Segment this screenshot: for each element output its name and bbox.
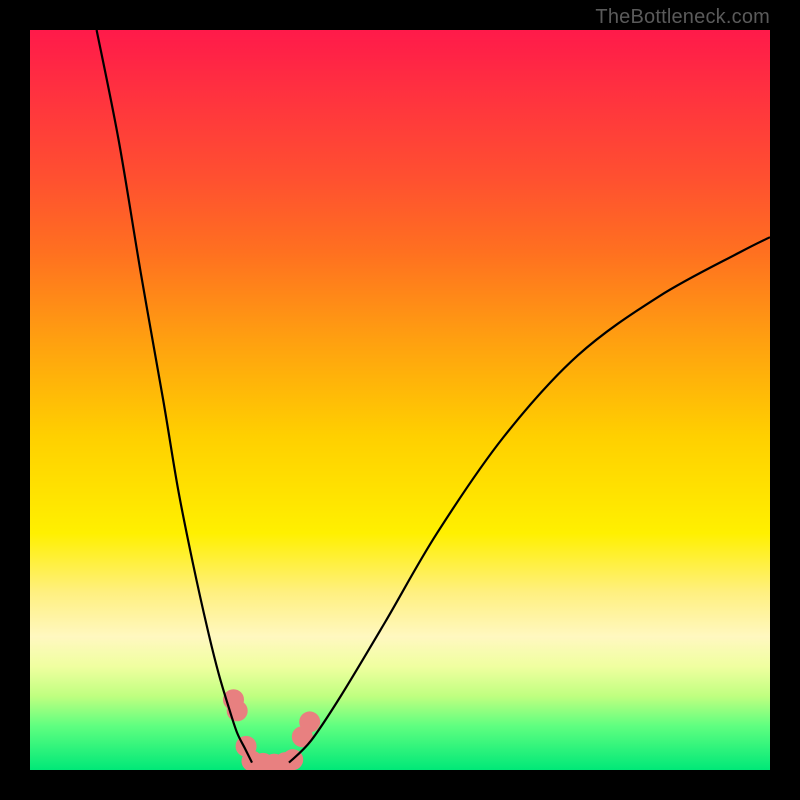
curves-group — [97, 30, 770, 763]
data-dot — [299, 711, 320, 732]
dots-group — [223, 689, 320, 770]
chart-frame: TheBottleneck.com — [0, 0, 800, 800]
watermark-text: TheBottleneck.com — [595, 6, 770, 29]
plot-area — [30, 30, 770, 770]
left-curve — [97, 30, 252, 763]
chart-svg — [30, 30, 770, 770]
right-curve — [289, 237, 770, 762]
